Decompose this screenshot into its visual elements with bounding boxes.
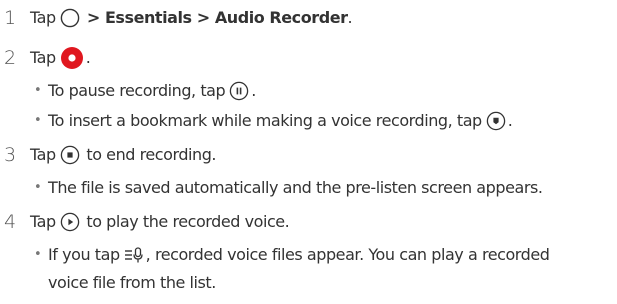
- tap-word: Tap: [30, 212, 56, 231]
- tap-word: Tap: [30, 48, 56, 67]
- bullet-bookmark: • To insert a bookmark while making a vo…: [34, 108, 513, 134]
- record-button-icon: [60, 46, 84, 70]
- tap-word: Tap: [30, 145, 56, 164]
- bullet-marker: •: [34, 113, 42, 128]
- home-circle-icon: [60, 8, 80, 28]
- period: .: [85, 48, 91, 67]
- bullet-continuation: voice file from the list.: [48, 273, 216, 292]
- bullet-text-before: If you tap: [48, 245, 120, 264]
- step-text: Tap to end recording.: [30, 142, 217, 168]
- recordings-list-icon: [124, 245, 146, 265]
- step-number: 1: [4, 7, 17, 29]
- separator: >: [191, 8, 215, 27]
- bullet-marker: •: [34, 83, 42, 98]
- period: .: [347, 8, 353, 27]
- bullet-text: To pause recording, tap .: [48, 78, 256, 104]
- bullet-text: The file is saved automatically and the …: [48, 178, 543, 197]
- step-text: Tap to play the recorded voice.: [30, 209, 290, 235]
- play-icon: [60, 212, 80, 232]
- step-text-after: to play the recorded voice.: [81, 212, 290, 231]
- bullet-recordings-list: • If you tap , recorded voice files appe…: [34, 242, 550, 268]
- bullet-pause: • To pause recording, tap .: [34, 78, 256, 104]
- bookmark-icon: [486, 111, 506, 131]
- bullet-text-before: To pause recording, tap: [48, 81, 226, 100]
- essentials-label: Essentials: [104, 8, 192, 27]
- step-4: 4 Tap to play the recorded voice.: [4, 209, 290, 235]
- bullet-text-after: .: [251, 81, 256, 100]
- step-text: Tap > Essentials > Audio Recorder .: [30, 5, 353, 31]
- separator: >: [81, 8, 105, 27]
- bullet-marker: •: [34, 247, 42, 262]
- tap-word: Tap: [30, 8, 56, 27]
- step-number: 2: [4, 47, 17, 69]
- step-3: 3 Tap to end recording.: [4, 142, 217, 168]
- step-number: 3: [4, 144, 17, 166]
- bullet-text-after: , recorded voice files appear. You can p…: [145, 245, 550, 264]
- audio-recorder-label: Audio Recorder: [214, 8, 348, 27]
- stop-icon: [60, 145, 80, 165]
- bullet-saved: • The file is saved automatically and th…: [34, 175, 543, 201]
- bullet-text: To insert a bookmark while making a voic…: [48, 108, 513, 134]
- step-text: Tap .: [30, 45, 91, 71]
- pause-icon: [229, 81, 249, 101]
- step-1: 1 Tap > Essentials > Audio Recorder .: [4, 5, 353, 31]
- bullet-text-before: To insert a bookmark while making a voic…: [48, 111, 482, 130]
- step-2: 2 Tap .: [4, 45, 91, 71]
- step-text-after: to end recording.: [81, 145, 217, 164]
- step-number: 4: [4, 211, 17, 233]
- bullet-text-after: .: [507, 111, 513, 130]
- bullet-marker: •: [34, 180, 42, 195]
- bullet-text: If you tap , recorded voice files appear…: [48, 242, 550, 268]
- instruction-document: 1 Tap > Essentials > Audio Recorder . 2 …: [0, 0, 617, 304]
